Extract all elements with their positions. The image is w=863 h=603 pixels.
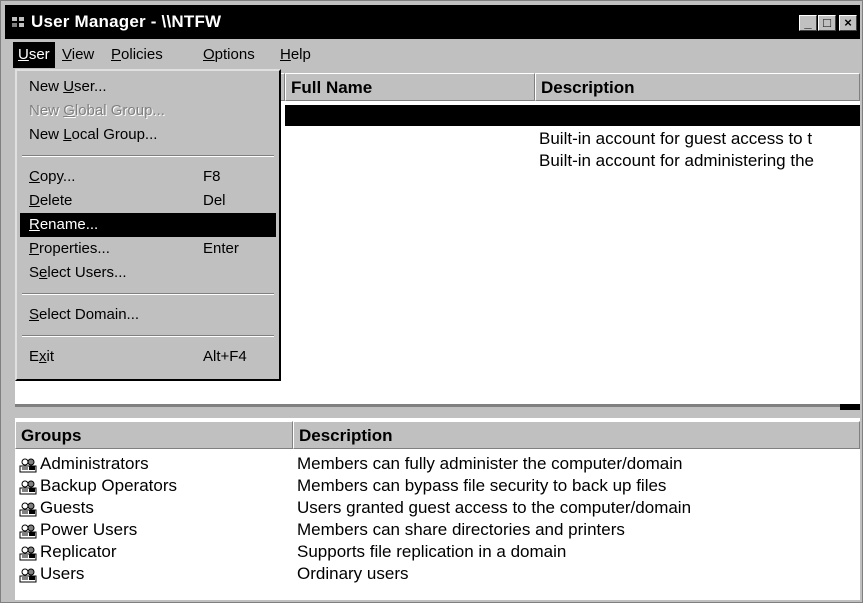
menu-item-rename[interactable]: Rename...	[20, 213, 276, 237]
pane-splitter[interactable]	[15, 404, 860, 418]
menu-help[interactable]: Help	[275, 42, 316, 68]
mnemonic: G	[63, 102, 75, 119]
menu-item-label: New Local Group...	[29, 123, 157, 147]
splitter-line	[15, 404, 860, 407]
label-part: S	[29, 264, 40, 281]
menu-item-new-global-group[interactable]: New Global Group...	[20, 99, 276, 123]
menu-user[interactable]: User	[13, 42, 55, 68]
menu-item-label: Select Users...	[29, 261, 127, 285]
group-description: Members can share directories and printe…	[297, 520, 625, 539]
group-description: Ordinary users	[297, 564, 409, 583]
group-name[interactable]: Guests	[40, 498, 94, 518]
mnemonic: D	[29, 192, 40, 209]
maximize-icon: □	[823, 15, 831, 30]
group-name[interactable]: Administrators	[40, 454, 149, 474]
menu-item-label: Exit	[29, 345, 54, 369]
group-name[interactable]: Users	[40, 564, 84, 584]
label-part: elect Domain...	[39, 306, 140, 323]
group-icon	[19, 567, 37, 583]
group-description: Supports file replication in a domain	[297, 542, 567, 561]
group-icon	[19, 545, 37, 561]
group-icon	[19, 479, 37, 495]
menu-item-label: Copy...	[29, 165, 75, 189]
menu-item-label: Delete	[29, 189, 72, 213]
label-part: it	[46, 348, 55, 365]
menu-item-delete[interactable]: Delete Del	[20, 189, 276, 213]
full-name-column-header[interactable]: Full Name	[285, 73, 535, 101]
group-description: Members can bypass file security to back…	[297, 476, 667, 495]
minimize-icon: _	[804, 15, 812, 30]
group-description-column-header[interactable]: Description	[293, 421, 860, 449]
user-description: Built-in account for administering the	[539, 151, 814, 170]
group-icon	[19, 457, 37, 473]
group-description: Users granted guest access to the comput…	[297, 498, 692, 517]
menu-bar: User View Policies Options Help	[5, 42, 860, 68]
window-title: User Manager - \\NTFW	[31, 12, 222, 31]
mnemonic: S	[29, 306, 40, 323]
group-icon	[19, 501, 37, 517]
mnemonic: U	[63, 78, 75, 95]
user-description-column-header[interactable]: Description	[535, 73, 860, 101]
mnemonic: R	[29, 216, 40, 233]
close-button[interactable]: ×	[839, 15, 857, 31]
label-part: New	[29, 102, 64, 119]
app-icon	[11, 16, 25, 28]
groups-list[interactable]: Groups Description Administrators Members…	[15, 418, 860, 600]
selected-user-row[interactable]	[285, 105, 860, 126]
mnemonic: L	[63, 126, 72, 143]
user-description: Built-in account for guest access to t	[539, 129, 813, 148]
menu-item-label: Select Domain...	[29, 303, 139, 327]
user-menu-dropdown: New User... New Global Group... New Local …	[15, 69, 281, 381]
menu-item-select-users[interactable]: Select Users...	[20, 261, 276, 285]
menu-item-shortcut: Enter	[203, 240, 239, 257]
menu-item-properties[interactable]: Properties... Enter	[20, 237, 276, 261]
menu-item-new-local-group[interactable]: New Local Group...	[20, 123, 276, 147]
menu-item-label: Properties...	[29, 237, 110, 261]
menu-item-shortcut: F8	[203, 168, 221, 185]
menu-separator	[22, 335, 274, 337]
scroll-thumb[interactable]	[840, 404, 860, 410]
groups-column-header[interactable]: Groups	[15, 421, 293, 449]
menu-item-shortcut: Del	[203, 192, 226, 209]
menu-item-label: Rename...	[29, 213, 98, 237]
label-part: elete	[39, 192, 73, 209]
label-part: roperties...	[39, 240, 110, 257]
menu-view[interactable]: View	[57, 42, 99, 68]
menu-policies[interactable]: Policies	[106, 42, 168, 68]
mnemonic: x	[39, 348, 47, 365]
user-manager-window: User Manager - \\NTFW _ □ × User View Po…	[0, 0, 863, 603]
label-part: lect Users...	[47, 264, 127, 281]
label-part: New	[29, 126, 64, 143]
label-part: E	[29, 348, 40, 365]
menu-item-exit[interactable]: Exit Alt+F4	[20, 345, 276, 369]
menu-item-label: New Global Group...	[29, 99, 165, 123]
title-bar[interactable]: User Manager - \\NTFW _ □ ×	[5, 5, 860, 39]
mnemonic: C	[29, 168, 40, 185]
label-part: ename...	[39, 216, 99, 233]
label-part: ser...	[74, 78, 107, 95]
maximize-button[interactable]: □	[818, 15, 836, 31]
group-name[interactable]: Replicator	[40, 542, 117, 562]
menu-separator	[22, 155, 274, 157]
menu-separator	[22, 293, 274, 295]
group-name[interactable]: Power Users	[40, 520, 137, 540]
menu-item-shortcut: Alt+F4	[203, 348, 247, 365]
minimize-button[interactable]: _	[799, 15, 817, 31]
group-icon	[19, 523, 37, 539]
menu-item-select-domain[interactable]: Select Domain...	[20, 303, 276, 327]
close-icon: ×	[844, 15, 852, 30]
mnemonic: P	[29, 240, 40, 257]
label-part: lobal Group...	[74, 102, 165, 119]
label-part: opy...	[39, 168, 76, 185]
label-part: ocal Group...	[71, 126, 158, 143]
menu-item-copy[interactable]: Copy... F8	[20, 165, 276, 189]
menu-item-label: New User...	[29, 75, 107, 99]
label-part: New	[29, 78, 64, 95]
menu-item-new-user[interactable]: New User...	[20, 75, 276, 99]
menu-options[interactable]: Options	[198, 42, 260, 68]
group-description: Members can fully administer the compute…	[297, 454, 683, 473]
group-name[interactable]: Backup Operators	[40, 476, 177, 496]
